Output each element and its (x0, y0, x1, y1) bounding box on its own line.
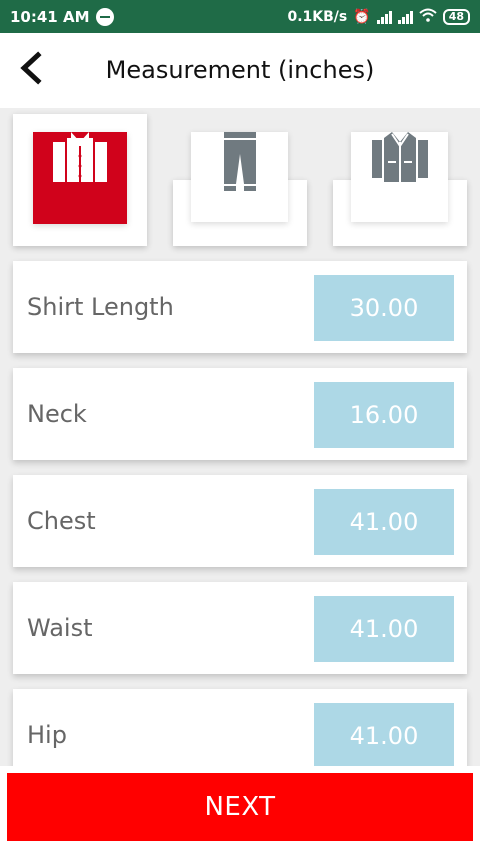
tab-trousers[interactable] (173, 132, 307, 246)
measurement-label: Chest (27, 507, 96, 535)
app-bar: Measurement (inches) (0, 33, 480, 108)
measurement-row-shirt-length: Shirt Length 30.00 (13, 261, 467, 353)
measurement-row-chest: Chest 41.00 (13, 475, 467, 567)
measurement-list: Shirt Length 30.00 Neck 16.00 Chest 41.0… (0, 256, 480, 772)
measurement-label: Neck (27, 400, 87, 428)
wifi-icon (419, 8, 437, 26)
battery-icon: 48 (442, 8, 470, 25)
status-time: 10:41 AM (10, 7, 90, 26)
bottom-bar: NEXT (0, 766, 480, 853)
measurement-value-input[interactable]: 41.00 (314, 489, 454, 555)
tab-jacket[interactable] (333, 132, 467, 246)
tab-shirt[interactable] (13, 114, 147, 246)
message-icon (95, 7, 114, 26)
net-speed: 0.1KB/s (287, 8, 348, 25)
alarm-icon: ⏰ (353, 8, 371, 25)
signal-icon (376, 10, 392, 24)
status-bar: 10:41 AM 0.1KB/s ⏰ 48 (0, 0, 480, 33)
next-button[interactable]: NEXT (7, 773, 473, 841)
jacket-icon (371, 132, 428, 182)
measurement-label: Hip (27, 721, 67, 749)
measurement-value-input[interactable]: 41.00 (314, 703, 454, 769)
measurement-label: Shirt Length (27, 293, 174, 321)
measurement-row-waist: Waist 41.00 (13, 582, 467, 674)
jacket-tile (351, 132, 448, 222)
measurement-row-neck: Neck 16.00 (13, 368, 467, 460)
page-title: Measurement (inches) (105, 56, 375, 84)
signal-icon-2 (397, 10, 413, 24)
measurement-value-input[interactable]: 30.00 (314, 275, 454, 341)
measurement-label: Waist (27, 614, 93, 642)
shirt-tile (33, 132, 127, 224)
garment-tabs (0, 108, 480, 256)
measurement-value-input[interactable]: 41.00 (314, 596, 454, 662)
measurement-row-hip: Hip 41.00 (13, 689, 467, 772)
measurement-value-input[interactable]: 16.00 (314, 382, 454, 448)
shirt-icon (53, 132, 107, 182)
trousers-tile (191, 132, 288, 222)
trousers-icon (223, 132, 256, 191)
